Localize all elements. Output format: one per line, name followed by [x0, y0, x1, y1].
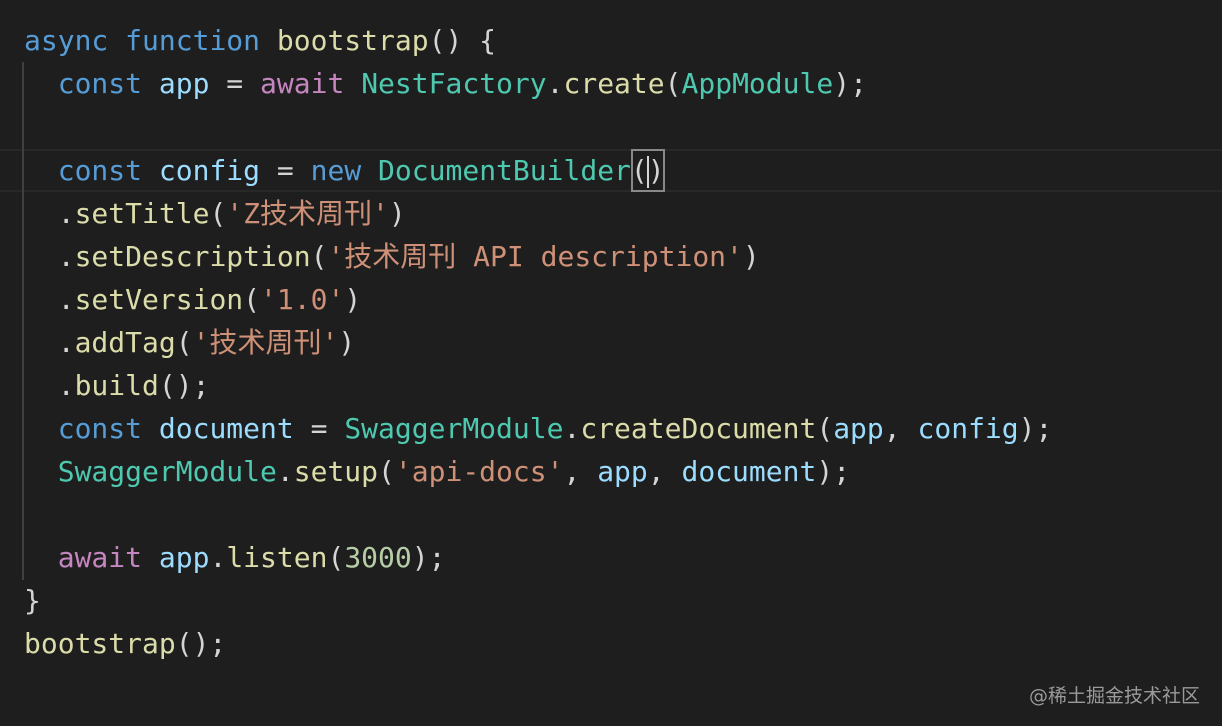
code-line-5[interactable]: .setTitle('Z技术周刊') [24, 192, 406, 235]
method-name: setTitle [74, 197, 210, 230]
variable-app: app [158, 67, 210, 100]
punctuation: ( [209, 197, 227, 230]
code-line-1[interactable]: async function bootstrap() { [24, 19, 496, 62]
operator: = [293, 412, 345, 445]
variable-document: document [158, 412, 294, 445]
punctuation: ); [816, 455, 851, 488]
punctuation: ( [327, 541, 345, 574]
variable-document: document [681, 455, 817, 488]
punctuation: ( [175, 326, 193, 359]
punctuation: . [57, 326, 75, 359]
punctuation: ); [1018, 412, 1053, 445]
keyword-async: async [24, 24, 109, 57]
code-line-7[interactable]: .setVersion('1.0') [24, 278, 361, 321]
punctuation: . [563, 412, 581, 445]
code-line-2[interactable]: const app = await NestFactory.create(App… [24, 62, 867, 105]
method-name: setDescription [74, 240, 311, 273]
punctuation: ) [338, 326, 356, 359]
string-literal: '1.0' [260, 283, 345, 316]
method-name: listen [226, 541, 328, 574]
keyword-const: const [57, 67, 143, 100]
keyword-const: const [57, 154, 143, 187]
punctuation: . [276, 455, 294, 488]
punctuation: (); [158, 369, 210, 402]
code-line-15[interactable]: bootstrap(); [24, 622, 226, 665]
keyword-new: new [310, 154, 362, 187]
variable-config: config [917, 412, 1019, 445]
function-name: bootstrap [276, 24, 429, 57]
punctuation: . [546, 67, 564, 100]
punctuation: , [647, 455, 682, 488]
punctuation: , [563, 455, 598, 488]
method-name: setVersion [74, 283, 244, 316]
code-line-10[interactable]: const document = SwaggerModule.createDoc… [24, 407, 1053, 450]
keyword-const: const [57, 412, 143, 445]
punctuation: ); [411, 541, 446, 574]
punctuation: ) [388, 197, 406, 230]
watermark: @稀土掘金技术社区 [1028, 685, 1200, 707]
variable-app: app [158, 541, 210, 574]
punctuation: . [57, 240, 75, 273]
punctuation: ) [344, 283, 362, 316]
punctuation: ( [378, 455, 395, 488]
string-literal: 'Z技术周刊' [226, 197, 389, 230]
punctuation: ( [310, 240, 328, 273]
punctuation: ); [833, 67, 867, 100]
punctuation: ( [816, 412, 834, 445]
number-literal: 3000 [344, 541, 412, 574]
closing-brace: } [24, 584, 41, 617]
keyword-await: await [260, 67, 345, 100]
method-name: build [74, 369, 159, 402]
code-line-8[interactable]: .addTag('技术周刊') [24, 321, 355, 364]
punctuation: . [209, 541, 227, 574]
code-line-6[interactable]: .setDescription('技术周刊 API description') [24, 235, 760, 278]
method-name: create [563, 67, 665, 100]
punctuation: ( [664, 67, 682, 100]
punctuation: () { [428, 24, 497, 57]
punctuation: ) [742, 240, 760, 273]
string-literal: '技术周刊 API description' [327, 240, 743, 273]
class-name: DocumentBuilder [378, 154, 631, 187]
method-name: addTag [74, 326, 176, 359]
punctuation: (); [175, 627, 227, 660]
code-line-11[interactable]: SwaggerModule.setup('api-docs', app, doc… [24, 450, 850, 493]
punctuation: . [57, 283, 75, 316]
string-literal: 'api-docs' [394, 455, 564, 488]
function-call: bootstrap [24, 627, 176, 660]
variable-app: app [597, 455, 648, 488]
code-line-14[interactable]: } [24, 579, 41, 622]
bracket-match-highlight: () [630, 149, 665, 192]
class-name: AppModule [681, 67, 834, 100]
keyword-await: await [57, 541, 143, 574]
method-name: createDocument [580, 412, 817, 445]
operator: = [260, 154, 311, 187]
variable-config: config [158, 154, 261, 187]
string-literal: '技术周刊' [192, 326, 339, 359]
keyword-function: function [125, 24, 261, 57]
code-editor[interactable]: async function bootstrap() { const app =… [0, 0, 1222, 726]
punctuation: . [57, 197, 75, 230]
operator: = [209, 67, 261, 100]
variable-app: app [833, 412, 884, 445]
code-line-4[interactable]: const config = new DocumentBuilder() [24, 149, 665, 192]
method-name: setup [293, 455, 379, 488]
class-name: SwaggerModule [57, 455, 277, 488]
punctuation: ( [243, 283, 261, 316]
punctuation: . [57, 369, 75, 402]
punctuation: ) [647, 154, 665, 187]
class-name: NestFactory [361, 67, 547, 100]
punctuation: , [883, 412, 918, 445]
code-line-9[interactable]: .build(); [24, 364, 210, 407]
code-line-13[interactable]: await app.listen(3000); [24, 536, 446, 579]
punctuation: ( [630, 154, 648, 187]
class-name: SwaggerModule [344, 412, 564, 445]
